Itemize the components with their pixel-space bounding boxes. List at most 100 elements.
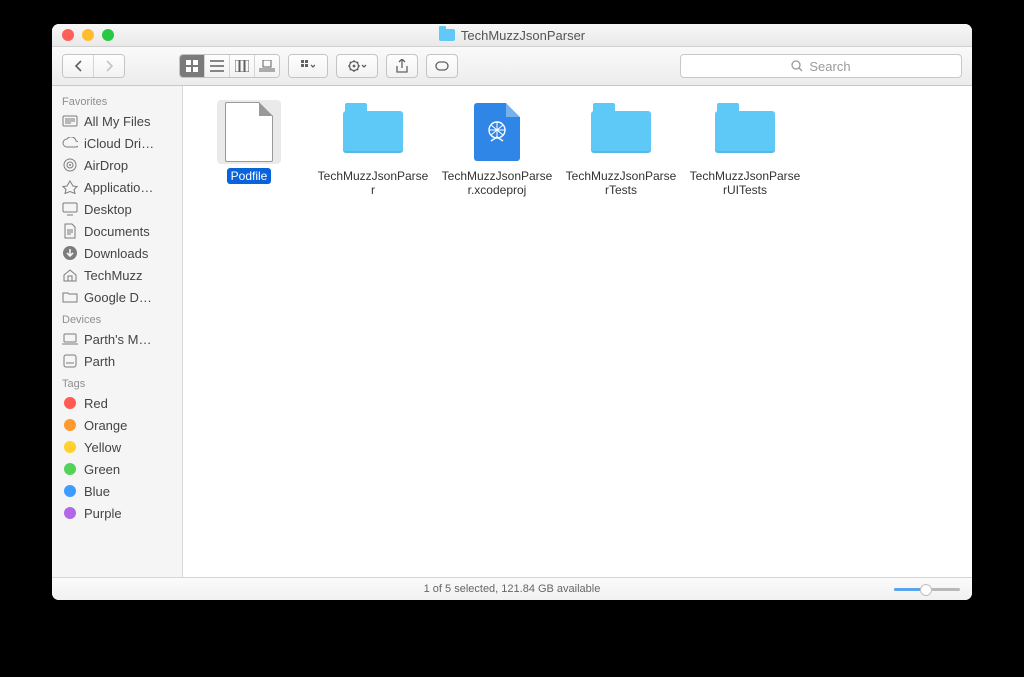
coverflow-view-button[interactable] [255, 55, 279, 77]
chevron-left-icon [74, 60, 83, 72]
tag-icon [62, 417, 78, 433]
sidebar-item-label: Red [84, 396, 108, 411]
action-button[interactable] [336, 54, 378, 78]
nav-buttons [62, 54, 125, 78]
file-label: TechMuzzJsonParserTests [561, 168, 681, 198]
arrange-button[interactable] [289, 55, 327, 77]
xcodeproj-icon [474, 103, 520, 161]
sidebar-item-label: Desktop [84, 202, 132, 217]
sidebar-item[interactable]: All My Files [52, 110, 182, 132]
sidebar-item[interactable]: Purple [52, 502, 182, 524]
sidebar-item-label: Purple [84, 506, 122, 521]
sidebar-heading: Tags [52, 372, 182, 392]
sidebar-item[interactable]: Red [52, 392, 182, 414]
sidebar-item[interactable]: AirDrop [52, 154, 182, 176]
search-placeholder: Search [809, 59, 850, 74]
back-button[interactable] [63, 55, 94, 77]
icon-size-slider[interactable] [894, 584, 960, 594]
folder-icon [62, 289, 78, 305]
column-view-button[interactable] [230, 55, 255, 77]
tag-icon [62, 483, 78, 499]
cloud-icon [62, 135, 78, 151]
minimize-button[interactable] [82, 29, 94, 41]
tag-icon [433, 61, 451, 71]
sidebar-item[interactable]: Google D… [52, 286, 182, 308]
titlebar: TechMuzzJsonParser [52, 24, 972, 47]
status-text: 1 of 5 selected, 121.84 GB available [424, 583, 601, 595]
sidebar-item-label: TechMuzz [84, 268, 143, 283]
share-button[interactable] [386, 54, 418, 78]
sidebar-item-label: Applicatio… [84, 180, 153, 195]
sidebar-item-label: Documents [84, 224, 150, 239]
docs-icon [62, 223, 78, 239]
sidebar-item[interactable]: Parth [52, 350, 182, 372]
tag-icon [62, 395, 78, 411]
sidebar-item[interactable]: Yellow [52, 436, 182, 458]
tag-icon [62, 461, 78, 477]
sidebar-item-label: Downloads [84, 246, 148, 261]
file-label: TechMuzzJsonParser [313, 168, 433, 198]
forward-button[interactable] [94, 55, 124, 77]
file-item[interactable]: TechMuzzJsonParser [311, 94, 435, 204]
folder-icon [439, 29, 455, 41]
file-label: Podfile [227, 168, 272, 184]
finder-window: TechMuzzJsonParser [52, 24, 972, 600]
file-item[interactable]: Podfile [187, 94, 311, 204]
window-body: FavoritesAll My Files iCloud Dri… AirDrop A… [52, 86, 972, 577]
sidebar-item-label: iCloud Dri… [84, 136, 154, 151]
file-label: TechMuzzJsonParser.xcodeproj [437, 168, 557, 198]
sidebar-item[interactable]: Orange [52, 414, 182, 436]
all-files-icon [62, 113, 78, 129]
document-icon [225, 102, 273, 162]
grid-icon [185, 59, 199, 73]
sidebar-item[interactable]: Applicatio… [52, 176, 182, 198]
toolbar: Search [52, 47, 972, 86]
folder-icon [715, 111, 775, 153]
sidebar-item[interactable]: TechMuzz [52, 264, 182, 286]
sidebar-item[interactable]: Documents [52, 220, 182, 242]
sidebar-item-label: Orange [84, 418, 127, 433]
sidebar-item-label: Blue [84, 484, 110, 499]
sidebar-item[interactable]: Green [52, 458, 182, 480]
tag-icon [62, 505, 78, 521]
sidebar-item[interactable]: iCloud Dri… [52, 132, 182, 154]
sidebar[interactable]: FavoritesAll My Files iCloud Dri… AirDrop A… [52, 86, 183, 577]
disk-icon [62, 353, 78, 369]
window-controls [62, 29, 114, 41]
columns-icon [235, 60, 249, 72]
sidebar-item-label: Green [84, 462, 120, 477]
sidebar-item[interactable]: Blue [52, 480, 182, 502]
zoom-button[interactable] [102, 29, 114, 41]
home-icon [62, 267, 78, 283]
content-area[interactable]: PodfileTechMuzzJsonParserTechMuzzJsonPar… [183, 86, 972, 577]
icon-view-button[interactable] [180, 55, 205, 77]
search-icon [791, 60, 803, 72]
list-view-button[interactable] [205, 55, 230, 77]
sidebar-heading: Devices [52, 308, 182, 328]
sidebar-heading: Favorites [52, 90, 182, 110]
status-bar: 1 of 5 selected, 121.84 GB available [52, 577, 972, 600]
airdrop-icon [62, 157, 78, 173]
arrange-button-group [288, 54, 328, 78]
tags-button[interactable] [426, 54, 458, 78]
gear-icon [347, 59, 367, 73]
folder-icon [591, 111, 651, 153]
sidebar-item[interactable]: Downloads [52, 242, 182, 264]
sidebar-item-label: Google D… [84, 290, 152, 305]
chevron-right-icon [105, 60, 114, 72]
sidebar-item[interactable]: Parth's M… [52, 328, 182, 350]
window-title: TechMuzzJsonParser [439, 28, 585, 43]
sidebar-item-label: Parth [84, 354, 115, 369]
sidebar-item-label: Parth's M… [84, 332, 152, 347]
file-item[interactable]: TechMuzzJsonParserTests [559, 94, 683, 204]
tag-icon [62, 439, 78, 455]
file-item[interactable]: TechMuzzJsonParser.xcodeproj [435, 94, 559, 204]
icon-grid: PodfileTechMuzzJsonParserTechMuzzJsonPar… [187, 94, 968, 204]
sidebar-item[interactable]: Desktop [52, 198, 182, 220]
file-item[interactable]: TechMuzzJsonParserUITests [683, 94, 807, 204]
sidebar-item-label: Yellow [84, 440, 121, 455]
view-mode-buttons [179, 54, 280, 78]
window-title-text: TechMuzzJsonParser [461, 28, 585, 43]
close-button[interactable] [62, 29, 74, 41]
search-field[interactable]: Search [680, 54, 962, 78]
